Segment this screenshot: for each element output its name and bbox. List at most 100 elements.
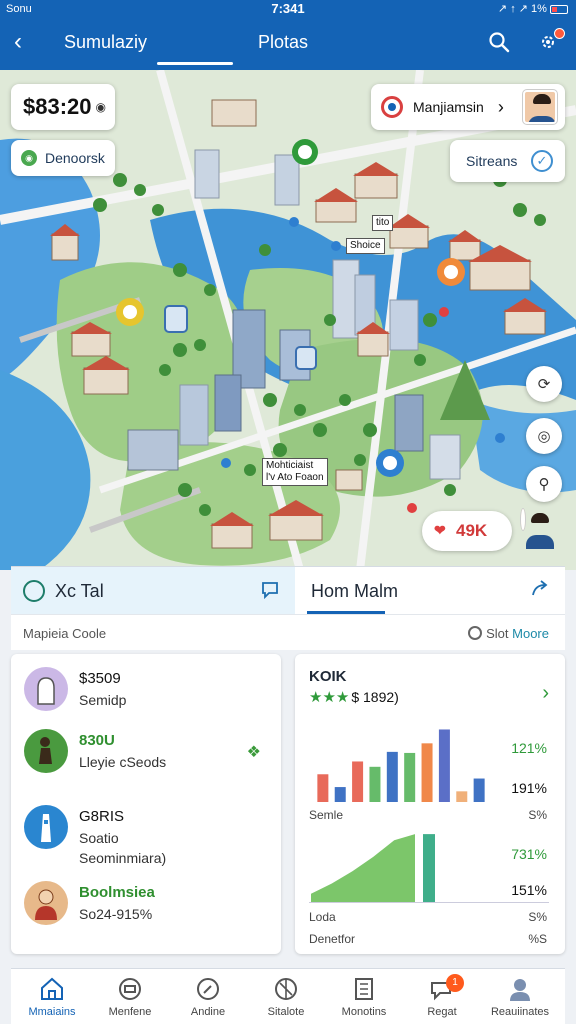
subheader-action-link[interactable]: Moore [512, 626, 549, 641]
chat-bubble-icon[interactable] [259, 579, 281, 601]
stat-label-1: Semle [309, 808, 344, 822]
user-name: Manjiamsin [413, 99, 484, 115]
list-item[interactable]: $3509 Semidp [23, 666, 273, 718]
list-item[interactable]: 830U Lleyie cSeods ❖ [23, 728, 273, 780]
place-name: Denoorsk [45, 150, 105, 166]
user-chip[interactable]: Manjiamsin › [371, 84, 565, 130]
list-item-title: G8RIS [79, 808, 125, 825]
bar-8 [438, 729, 450, 802]
notification-dot [554, 28, 565, 39]
nav-item-sitalote[interactable]: Sitalote [247, 969, 325, 1024]
clock: 7:341 [271, 1, 305, 16]
panel-subheader: Mapieia Coole Slot Moore [11, 614, 565, 650]
bar-6 [404, 752, 416, 802]
stats-title: KOIK [309, 668, 347, 685]
stat-label-3: Denetfor [309, 932, 356, 946]
share-icon[interactable] [529, 579, 551, 601]
nav-item-monotins[interactable]: Monotins [325, 969, 403, 1024]
stat-pct-4: 151% [511, 882, 547, 898]
nav-item-home[interactable]: Mmaiains [13, 969, 91, 1024]
status-chip[interactable]: Sitreans ✓ [450, 140, 565, 182]
avatar [523, 90, 557, 124]
search-icon[interactable] [487, 30, 511, 54]
price-chip[interactable]: $83:20 ◉ [11, 84, 115, 130]
stat-pct-2: 191% [511, 780, 547, 796]
compass-icon [197, 978, 219, 1000]
subheader-title: Mapieia Coole [23, 626, 107, 641]
tab-xc-tal[interactable]: Xc Tal [11, 567, 295, 615]
nav-label: Monotins [341, 1006, 387, 1018]
tower-icon [24, 805, 68, 849]
list-item-subtitle: Semidp [79, 692, 127, 708]
bar-4 [369, 766, 381, 802]
tab-xc-tal-label: Xc Tal [55, 580, 104, 601]
nav-label: Menfene [108, 1006, 152, 1018]
city-map[interactable]: tito Shoice Mohticiaist l'v Ato Foaon $8… [0, 70, 576, 570]
nav-item-regat[interactable]: Regat [403, 969, 481, 1024]
map-center-label-line-1: Mohticiaist [266, 460, 314, 471]
wallet-icon [119, 978, 141, 1000]
list-item[interactable]: Boolmsiea So24-915% [23, 880, 273, 932]
person-avatar-icon [24, 667, 68, 711]
tab-hom-malm[interactable]: Hom Malm [297, 567, 565, 615]
stat-pct-3: 731% [511, 846, 547, 862]
bar-9 [456, 791, 468, 802]
avatar [521, 509, 525, 530]
bar-3 [352, 761, 364, 802]
money-value: 49K [456, 521, 488, 540]
pin-button[interactable]: ⚲ [526, 466, 562, 502]
diamond-icon[interactable]: ❖ [247, 742, 261, 762]
chevron-right-icon[interactable]: › [542, 682, 549, 705]
stat-pct-1: 121% [511, 740, 547, 756]
location-dot-icon: ◉ [21, 150, 37, 166]
money-chip[interactable]: ❤ 49K [422, 511, 512, 551]
list-item-title: 830U [79, 732, 115, 749]
gear-icon [468, 626, 483, 640]
panel-tabs: Xc Tal Hom Malm [11, 566, 565, 615]
profile-icon [510, 979, 530, 1001]
hiker-icon [24, 729, 68, 773]
notification-badge: 1 [446, 974, 464, 992]
tab-plotas[interactable]: Plotas [258, 32, 308, 53]
list-item-subtitle: Lleyie cSeods [79, 754, 167, 770]
bar-chart [317, 729, 485, 802]
bottom-nav: Mmaiains Menfene Andine Sitalote Monotin… [11, 968, 565, 1024]
list-item-subtitle: Soatio [79, 830, 119, 846]
bar-5 [386, 751, 398, 802]
status-icons: ↗ ↑ ↗ 1% [498, 2, 568, 15]
nav-label: Reauiinates [490, 1006, 550, 1018]
subheader-action-label: Slot [486, 626, 509, 641]
rating-stars: ★★★ $ 1892) [309, 689, 399, 706]
nav-item-reauiinates[interactable]: Reauiinates [481, 969, 559, 1024]
area-chart [311, 834, 435, 902]
list-item[interactable]: G8RIS Soatio Seominmiara) [23, 804, 273, 866]
heart-icon: ❤ [434, 522, 446, 538]
list-item-title: Boolmsiea [79, 884, 155, 901]
nav-label: Sitalote [267, 1006, 305, 1018]
nav-item-menfene[interactable]: Menfene [91, 969, 169, 1024]
back-button[interactable]: ‹ [14, 30, 22, 54]
rating-text: $ 1892) [351, 689, 399, 705]
price-value: $83:20 [23, 94, 92, 119]
nav-label: Andine [190, 1006, 226, 1018]
map-center-label: Mohticiaist l'v Ato Foaon [262, 458, 328, 486]
stat-label-2: Loda [309, 910, 336, 924]
accent-bar [423, 834, 435, 902]
compass-button[interactable]: ⟳ [526, 366, 562, 402]
stat-label-1-value: S% [528, 808, 547, 822]
tab-underline [157, 62, 233, 65]
chevron-right-icon: › [497, 96, 504, 117]
layers-button[interactable]: ◎ [526, 418, 562, 454]
bar-1 [317, 774, 329, 802]
subheader-action[interactable]: Slot Moore [468, 626, 549, 641]
map-user-avatar[interactable] [521, 509, 561, 551]
home-icon [41, 977, 63, 1000]
list-card: $3509 Semidp 830U Lleyie cSeods ❖ G8RIS … [11, 654, 281, 954]
tab-sumulaziy[interactable]: Sumulaziy [64, 32, 147, 53]
map-center-label-line-2: l'v Ato Foaon [266, 472, 324, 483]
nav-item-andine[interactable]: Andine [169, 969, 247, 1024]
place-chip[interactable]: ◉ Denoorsk [11, 140, 115, 176]
globe-icon [275, 978, 297, 1000]
app-header: Sonu 7:341 ↗ ↑ ↗ 1% ‹ Sumulaziy Plotas [0, 0, 576, 70]
stats-card[interactable]: KOIK ★★★ $ 1892) › 121% 191% Semle S% 731… [295, 654, 565, 954]
